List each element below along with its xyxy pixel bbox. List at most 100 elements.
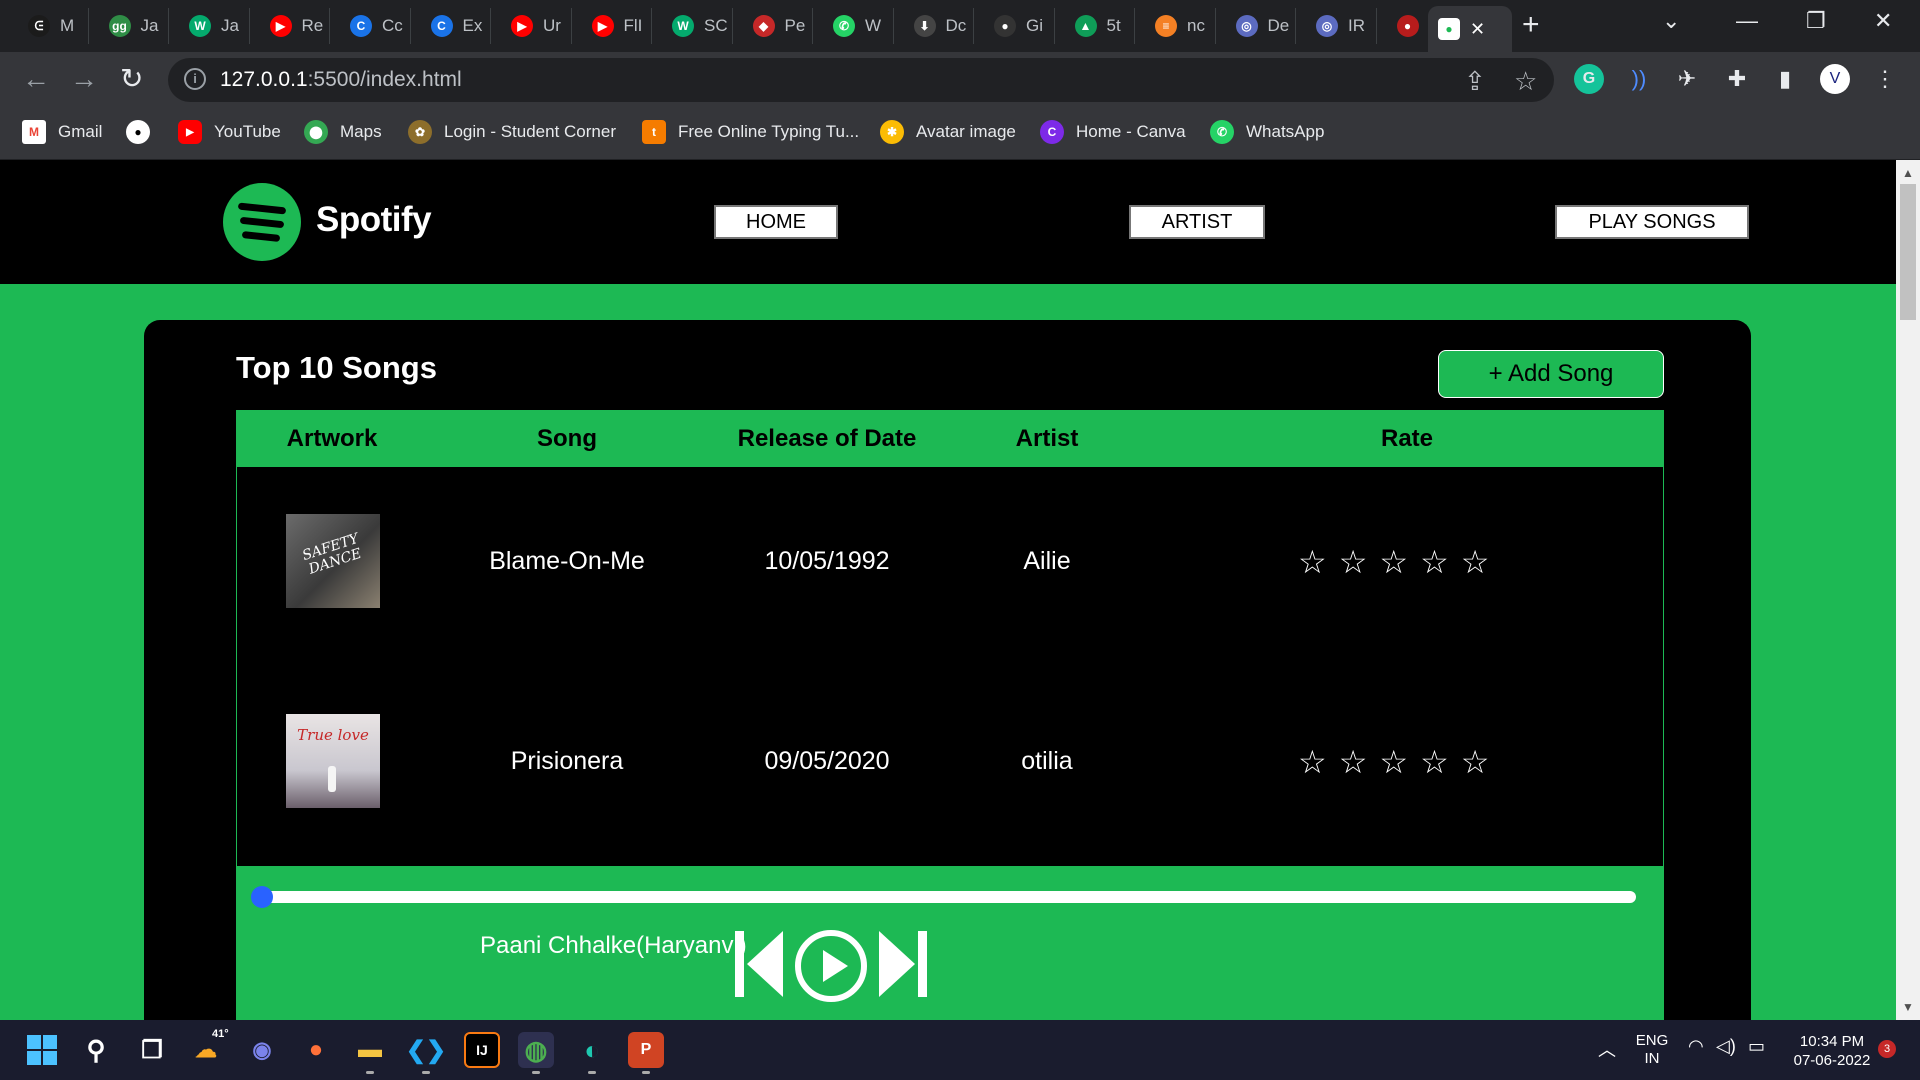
browser-tab[interactable]: C Cc xyxy=(330,8,411,44)
menu-icon[interactable]: ⋮ xyxy=(1870,64,1900,94)
share-icon[interactable]: ⇪ xyxy=(1464,66,1486,97)
bookmark-whatsapp[interactable]: ✆ WhatsApp xyxy=(1210,120,1324,144)
forward-icon[interactable]: → xyxy=(70,64,98,94)
bookmark-typing[interactable]: t Free Online Typing Tu... xyxy=(642,120,859,144)
browser-tab[interactable]: ✆ W xyxy=(813,8,894,44)
wifi-icon[interactable]: ◠ xyxy=(1688,1036,1704,1057)
star-icon[interactable]: ☆ xyxy=(1420,546,1449,578)
battery-icon[interactable]: ▭ xyxy=(1748,1036,1765,1057)
bookmark-gmail[interactable]: M Gmail xyxy=(22,120,102,144)
star-icon[interactable]: ☆ xyxy=(1379,746,1408,778)
weather-icon[interactable]: ☁ 41° xyxy=(188,1028,229,1068)
vscode-icon[interactable]: ❮❯ xyxy=(406,1032,446,1074)
browser-tab[interactable]: ▶ Ur xyxy=(491,8,572,44)
bookmark-canva[interactable]: C Home - Canva xyxy=(1040,120,1186,144)
clock[interactable]: 10:34 PM 07-06-2022 xyxy=(1784,1032,1880,1070)
notification-badge[interactable]: 3 xyxy=(1878,1040,1896,1058)
powerpoint-icon[interactable]: P xyxy=(628,1032,664,1074)
browser-tab[interactable]: C Ex xyxy=(411,8,491,44)
tab-active[interactable]: ● ✕ xyxy=(1428,6,1512,52)
browser-tab[interactable]: ◆ Pe xyxy=(733,8,813,44)
browser-toolbar: ← → ↻ i 127.0.0.1:5500/index.html ⇪ ☆ G … xyxy=(0,52,1920,108)
bookmark-maps[interactable]: ⬤ Maps xyxy=(304,120,382,144)
nav-artist-button[interactable]: ARTIST xyxy=(1129,205,1265,239)
artwork-image: SAFETY DANCE xyxy=(286,514,380,608)
bookmark-github[interactable]: ● xyxy=(126,120,162,144)
extension-icon[interactable]: ✈ xyxy=(1672,64,1702,94)
close-window-button[interactable]: ✕ xyxy=(1874,8,1892,34)
star-rating: ☆ ☆ ☆ ☆ ☆ xyxy=(1298,546,1489,578)
back-icon[interactable]: ← xyxy=(22,64,50,94)
side-panel-icon[interactable]: ▮ xyxy=(1770,64,1800,94)
star-icon[interactable]: ☆ xyxy=(1298,546,1327,578)
language-indicator[interactable]: ENG IN xyxy=(1632,1032,1672,1068)
close-tab-icon[interactable]: ✕ xyxy=(1470,19,1485,40)
browser-tab[interactable]: ▶ Re xyxy=(250,8,330,44)
now-playing-title: Paani Chhalke(Haryanvi) xyxy=(480,932,747,959)
bookmark-youtube[interactable]: ▶ YouTube xyxy=(178,120,281,144)
browser-tab[interactable]: W SC xyxy=(652,8,733,44)
star-icon[interactable]: ☆ xyxy=(1339,546,1368,578)
profile-avatar[interactable]: V xyxy=(1820,64,1850,94)
volume-icon[interactable]: ◁) xyxy=(1716,1036,1736,1057)
spotify-logo-icon[interactable] xyxy=(223,183,301,261)
browser-tab[interactable]: ⬇ Dc xyxy=(894,8,974,44)
browser-tab[interactable]: ◎ IR xyxy=(1296,8,1377,44)
browser-tab[interactable]: ▲ 5t xyxy=(1055,8,1135,44)
star-icon[interactable]: ☆ xyxy=(1379,546,1408,578)
progress-slider-handle[interactable] xyxy=(251,886,273,908)
tab-favicon-icon: ◆ xyxy=(752,15,775,37)
progress-track[interactable] xyxy=(258,891,1636,903)
add-song-button[interactable]: + Add Song xyxy=(1438,350,1664,398)
browser-tab[interactable]: ᕮM xyxy=(8,8,89,44)
intellij-icon[interactable]: IJ xyxy=(464,1032,500,1068)
star-icon[interactable]: ☆ xyxy=(1461,746,1490,778)
pinwheel-icon: ✱ xyxy=(880,120,904,144)
file-explorer-icon[interactable]: ▬ xyxy=(352,1032,388,1074)
song-title: Blame-On-Me xyxy=(489,547,645,575)
edge-icon[interactable]: ◐ xyxy=(574,1032,610,1074)
star-icon[interactable]: ☆ xyxy=(1420,746,1449,778)
play-icon[interactable] xyxy=(794,929,868,1003)
site-info-icon[interactable]: i xyxy=(184,68,206,90)
grammarly-icon[interactable]: G xyxy=(1574,64,1604,94)
browser-tab[interactable]: ▶ FlI xyxy=(572,8,652,44)
minimize-button[interactable]: — xyxy=(1736,8,1758,34)
show-hidden-icons[interactable]: ︿ xyxy=(1598,1036,1616,1062)
previous-track-icon[interactable] xyxy=(735,931,785,997)
star-icon[interactable]: ☆ xyxy=(1339,746,1368,778)
firefox-icon[interactable]: ● xyxy=(298,1032,334,1068)
reload-icon[interactable]: ↻ xyxy=(120,64,143,94)
scroll-up-icon[interactable]: ▲ xyxy=(1902,166,1914,180)
address-bar[interactable]: i 127.0.0.1:5500/index.html ⇪ ☆ xyxy=(168,58,1554,102)
bookmark-avatar[interactable]: ✱ Avatar image xyxy=(880,120,1016,144)
next-track-icon[interactable] xyxy=(877,931,927,997)
chat-icon[interactable]: ◉ xyxy=(244,1032,280,1068)
browser-tab[interactable]: W Ja xyxy=(169,8,250,44)
browser-tab[interactable]: ◎ De xyxy=(1216,8,1296,44)
nav-play-songs-button[interactable]: PLAY SONGS xyxy=(1555,205,1749,239)
browser-tab[interactable]: ≡ nc xyxy=(1135,8,1216,44)
start-icon[interactable] xyxy=(24,1032,60,1068)
bookmark-star-icon[interactable]: ☆ xyxy=(1514,66,1537,97)
puzzle-icon[interactable]: ✚ xyxy=(1722,64,1752,94)
star-icon[interactable]: ☆ xyxy=(1461,546,1490,578)
chrome-icon[interactable]: ◍ xyxy=(518,1032,554,1074)
scrollbar-thumb[interactable] xyxy=(1900,184,1916,320)
browser-tab[interactable]: ● Gi xyxy=(974,8,1055,44)
nav-home-button[interactable]: HOME xyxy=(714,205,838,239)
search-icon[interactable]: ⚲ xyxy=(78,1032,114,1068)
task-view-icon[interactable]: ❐ xyxy=(134,1032,170,1068)
browser-tab[interactable]: gg Ja xyxy=(89,8,169,44)
read-aloud-icon[interactable]: )) xyxy=(1624,64,1654,94)
restore-button[interactable]: ❐ xyxy=(1806,8,1826,34)
tab-favicon-icon: ◎ xyxy=(1316,15,1338,37)
star-icon[interactable]: ☆ xyxy=(1298,746,1327,778)
tab-title: De xyxy=(1267,16,1290,35)
scroll-down-icon[interactable]: ▼ xyxy=(1902,1000,1914,1014)
songs-panel: Top 10 Songs + Add Song Artwork Song Rel… xyxy=(144,320,1751,1020)
tab-search-icon[interactable]: ⌄ xyxy=(1662,8,1680,34)
new-tab-button[interactable]: + xyxy=(1522,10,1540,40)
page-scrollbar[interactable]: ▲ ▼ xyxy=(1896,160,1920,1020)
bookmark-student-corner[interactable]: ✿ Login - Student Corner xyxy=(408,120,616,144)
